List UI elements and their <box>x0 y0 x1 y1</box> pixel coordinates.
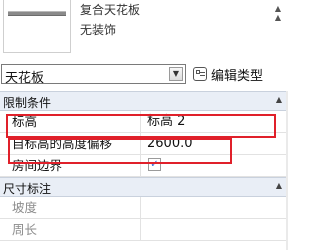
edit-type-label: 编辑类型 <box>211 68 264 84</box>
slope-value <box>142 197 288 218</box>
property-row-room-bounding[interactable]: 房间边界 ✓ <box>0 155 288 177</box>
type-name: 复合天花板 <box>80 3 141 17</box>
collapse-icon[interactable]: ▲ <box>276 181 282 190</box>
property-name: 周长 <box>0 219 141 240</box>
property-name: 自标高的高度偏移 <box>0 133 141 154</box>
chevron-down-icon[interactable]: ▼ <box>169 67 183 81</box>
scroll-up-icon-2[interactable]: ▲ <box>271 13 285 22</box>
level-value[interactable]: 标高 2 <box>142 111 288 132</box>
room-bounding-checkbox[interactable]: ✓ <box>148 158 161 171</box>
type-selector-row: 天花板 ▼ 编辑类型 <box>0 62 288 86</box>
preview-scroll[interactable]: ▲ ▲ <box>271 4 285 28</box>
property-row-height-offset[interactable]: 自标高的高度偏移 2600.0 <box>0 133 288 155</box>
edit-type-button[interactable]: 编辑类型 <box>193 64 263 84</box>
type-filter-value: 天花板 <box>5 71 45 86</box>
property-name: 房间边界 <box>0 155 141 176</box>
type-filter-select[interactable]: 天花板 ▼ <box>1 64 186 86</box>
collapse-icon[interactable]: ▲ <box>276 95 282 104</box>
edit-type-icon <box>193 67 207 81</box>
property-name: 标高 <box>0 111 141 132</box>
property-row-perimeter[interactable]: 周长 <box>0 219 288 241</box>
group-dimensions[interactable]: 尺寸标注 ▲ <box>0 177 288 197</box>
scroll-up-icon[interactable]: ▲ <box>271 4 285 13</box>
ceiling-section-icon <box>8 11 66 16</box>
property-row-level[interactable]: 标高 标高 2 <box>0 111 288 133</box>
group-title: 限制条件 <box>3 96 52 110</box>
properties-grid: 限制条件 ▲ 标高 标高 2 自标高的高度偏移 2600.0 房间边界 ✓ 尺寸… <box>0 91 288 241</box>
room-bounding-value[interactable]: ✓ <box>142 155 288 176</box>
property-row-slope[interactable]: 坡度 <box>0 197 288 219</box>
height-offset-value[interactable]: 2600.0 <box>142 133 288 154</box>
vertical-scrollbar[interactable] <box>286 91 288 250</box>
type-thumbnail <box>3 0 71 53</box>
property-name: 坡度 <box>0 197 141 218</box>
group-title: 尺寸标注 <box>3 182 52 196</box>
perimeter-value <box>142 219 288 240</box>
type-preview: 复合天花板 无装饰 ▲ ▲ <box>0 0 288 58</box>
group-constraints[interactable]: 限制条件 ▲ <box>0 91 288 111</box>
type-finish: 无装饰 <box>80 23 117 37</box>
